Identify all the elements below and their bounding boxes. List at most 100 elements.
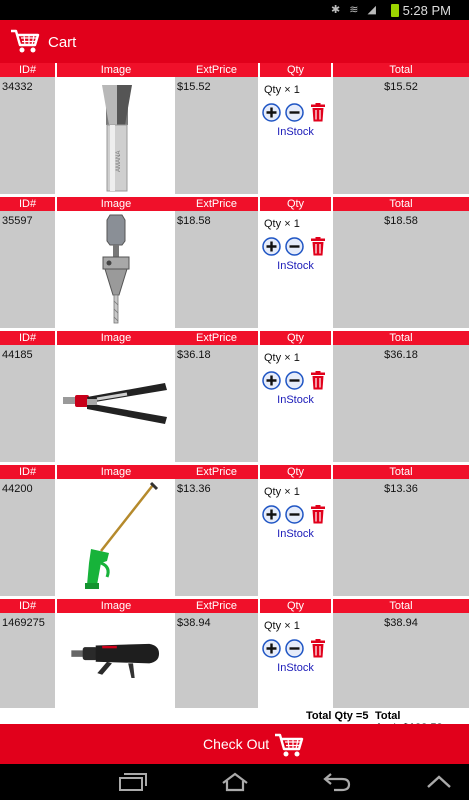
svg-text:AMANA: AMANA <box>116 151 122 172</box>
checkout-button[interactable]: Check Out <box>0 724 469 764</box>
column-header-qty: Qty <box>260 599 331 613</box>
stock-status: InStock <box>277 394 314 406</box>
qty-label: Qty <box>264 620 282 632</box>
item-id: 34332 <box>2 81 33 93</box>
line-total: $18.58 <box>384 215 418 227</box>
qty-display: Qty × 1 <box>264 84 300 96</box>
qty-value: 1 <box>293 84 300 96</box>
column-header-image: Image <box>57 197 175 211</box>
chevron-up-icon[interactable] <box>424 772 454 792</box>
recent-apps-icon[interactable] <box>118 772 148 792</box>
decrease-qty-button[interactable] <box>285 639 304 658</box>
router-bit-image: AMANA <box>102 85 132 192</box>
app-bar: Cart <box>0 20 469 63</box>
column-header-id: ID# <box>0 465 55 479</box>
qty-value: 1 <box>293 352 300 364</box>
increase-qty-button[interactable] <box>262 371 281 390</box>
countersink-bit-image <box>102 214 130 324</box>
id-cell: ID# 1469275 <box>0 599 55 708</box>
stock-status: InStock <box>277 126 314 138</box>
extprice-cell: ExtPrice $13.36 <box>175 465 258 596</box>
column-header-total: Total <box>333 465 469 479</box>
qty-label: Qty <box>264 218 282 230</box>
delete-item-button[interactable] <box>310 103 326 122</box>
qty-label: Qty <box>264 352 282 364</box>
decrease-qty-button[interactable] <box>285 103 304 122</box>
total-cell: Total $15.52 <box>333 63 469 194</box>
ext-price: $13.36 <box>177 483 211 495</box>
cart-icon[interactable] <box>10 28 40 59</box>
decrease-qty-button[interactable] <box>285 237 304 256</box>
home-icon[interactable] <box>220 772 250 792</box>
qty-value: 1 <box>293 218 300 230</box>
delete-item-button[interactable] <box>310 505 326 524</box>
cart-list[interactable]: ID# 34332 Image AMANA ExtPrice $15.52 Qt… <box>0 63 469 708</box>
column-header-total: Total <box>333 197 469 211</box>
qty-label: Qty <box>264 486 282 498</box>
cart-row: ID# 34332 Image AMANA ExtPrice $15.52 Qt… <box>0 63 469 196</box>
qty-label: Qty <box>264 84 282 96</box>
cart-row: ID# 35597 Image ExtPrice $18.58 Qty Qty … <box>0 197 469 330</box>
status-time: 5:28 PM <box>402 3 451 18</box>
image-cell: Image <box>57 197 175 328</box>
delete-item-button[interactable] <box>310 371 326 390</box>
qty-times: × <box>284 486 291 498</box>
decrease-qty-button[interactable] <box>285 505 304 524</box>
extprice-cell: ExtPrice $15.52 <box>175 63 258 194</box>
qty-display: Qty × 1 <box>264 218 300 230</box>
stock-status: InStock <box>277 662 314 674</box>
increase-qty-button[interactable] <box>262 639 281 658</box>
column-header-extprice: ExtPrice <box>175 465 258 479</box>
image-cell: Image AMANA <box>57 63 175 194</box>
column-header-image: Image <box>57 465 175 479</box>
column-header-qty: Qty <box>260 331 331 345</box>
qty-times: × <box>284 620 291 632</box>
increase-qty-button[interactable] <box>262 103 281 122</box>
line-total: $38.94 <box>384 617 418 629</box>
qty-display: Qty × 1 <box>264 486 300 498</box>
line-total: $36.18 <box>384 349 418 361</box>
total-qty: Total Qty =5 <box>306 710 369 722</box>
decrease-qty-button[interactable] <box>285 371 304 390</box>
qty-times: × <box>284 218 291 230</box>
qty-cell: Qty Qty × 1 InStock <box>260 197 331 328</box>
status-bar: ✱ ≋ ◢ 5:28 PM <box>0 0 469 20</box>
column-header-extprice: ExtPrice <box>175 331 258 345</box>
column-header-qty: Qty <box>260 197 331 211</box>
extprice-cell: ExtPrice $18.58 <box>175 197 258 328</box>
item-id: 44200 <box>2 483 33 495</box>
image-cell: Image <box>57 465 175 596</box>
column-header-extprice: ExtPrice <box>175 63 258 77</box>
status-icons: ✱ ≋ ◢ <box>330 4 379 16</box>
battery-icon <box>391 4 399 17</box>
column-header-id: ID# <box>0 63 55 77</box>
qty-value: 1 <box>293 620 300 632</box>
qty-cell: Qty Qty × 1 InStock <box>260 465 331 596</box>
column-header-qty: Qty <box>260 63 331 77</box>
column-header-total: Total <box>333 331 469 345</box>
column-header-id: ID# <box>0 331 55 345</box>
checkout-label: Check Out <box>203 736 270 752</box>
total-cell: Total $13.36 <box>333 465 469 596</box>
column-header-image: Image <box>57 63 175 77</box>
delete-item-button[interactable] <box>310 639 326 658</box>
delete-item-button[interactable] <box>310 237 326 256</box>
total-cell: Total $38.94 <box>333 599 469 708</box>
ext-price: $38.94 <box>177 617 211 629</box>
increase-qty-button[interactable] <box>262 505 281 524</box>
column-header-extprice: ExtPrice <box>175 197 258 211</box>
extprice-cell: ExtPrice $38.94 <box>175 599 258 708</box>
column-header-total: Total <box>333 599 469 613</box>
column-header-total: Total <box>333 63 469 77</box>
line-total: $13.36 <box>384 483 418 495</box>
stock-status: InStock <box>277 260 314 272</box>
page-title: Cart <box>48 34 77 51</box>
id-cell: ID# 44185 <box>0 331 55 462</box>
cart-icon <box>274 732 304 763</box>
column-header-extprice: ExtPrice <box>175 599 258 613</box>
rivet-tool-image <box>63 383 167 424</box>
total-cell: Total $36.18 <box>333 331 469 462</box>
increase-qty-button[interactable] <box>262 237 281 256</box>
back-icon[interactable] <box>322 772 352 792</box>
cart-row: ID# 44200 Image ExtPrice $13.36 Qty Qty … <box>0 465 469 598</box>
